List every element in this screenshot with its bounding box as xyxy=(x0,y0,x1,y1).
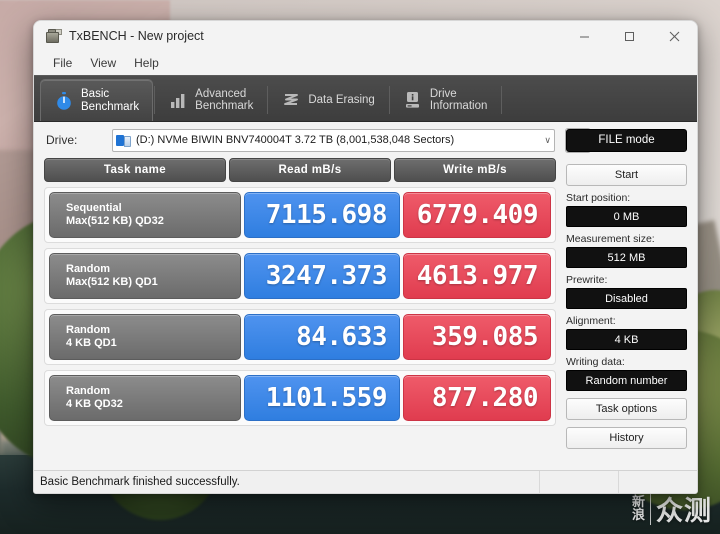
task-name-cell[interactable]: Random 4 KB QD32 xyxy=(49,375,241,421)
start-button[interactable]: Start xyxy=(566,164,687,186)
alignment-value[interactable]: 4 KB xyxy=(566,329,687,350)
tab-label-line1: Basic xyxy=(81,88,110,100)
tab-advanced-benchmark-label: Advanced Benchmark xyxy=(195,88,253,113)
task-name-cell[interactable]: Random Max(512 KB) QD1 xyxy=(49,253,241,299)
watermark-sina: 新 浪 xyxy=(632,496,645,522)
history-button[interactable]: History xyxy=(566,427,687,449)
writing-data-value[interactable]: Random number xyxy=(566,370,687,391)
write-value-cell: 6779.409 xyxy=(403,192,551,238)
task-name-line1: Random xyxy=(66,384,110,397)
tab-advanced-benchmark[interactable]: Advanced Benchmark xyxy=(155,79,266,121)
tab-label-line1: Data Erasing xyxy=(308,93,375,106)
tab-strip: Basic Benchmark Advanced Benchmark Data … xyxy=(34,75,697,122)
minimize-button[interactable] xyxy=(562,21,607,51)
title-bar: TxBENCH - New project xyxy=(34,21,697,51)
watermark-zhongce: 众测 xyxy=(656,496,712,527)
start-position-value[interactable]: 0 MB xyxy=(566,206,687,227)
menu-item-file[interactable]: File xyxy=(44,53,81,73)
watermark-divider xyxy=(650,492,651,525)
start-position-label: Start position: xyxy=(566,192,631,204)
tab-label-line1: Drive xyxy=(429,87,457,100)
maximize-button[interactable] xyxy=(607,21,652,51)
task-name-line1: Random xyxy=(66,262,110,275)
write-value-cell: 359.085 xyxy=(403,314,551,360)
window-title: TxBENCH - New project xyxy=(69,29,204,43)
chevron-down-icon: ∨ xyxy=(544,134,551,145)
status-pane-2 xyxy=(539,471,618,493)
tab-data-erasing[interactable]: Data Erasing xyxy=(268,79,387,121)
column-header-write: Write mB/s xyxy=(394,158,556,182)
file-mode-wrap: FILE mode xyxy=(566,122,687,158)
write-value-cell: 4613.977 xyxy=(403,253,551,299)
tab-basic-benchmark[interactable]: Basic Benchmark xyxy=(40,79,154,121)
read-value-cell: 1101.559 xyxy=(244,375,400,421)
tab-data-erasing-label: Data Erasing xyxy=(308,94,374,107)
main-content: Task name Read mB/s Write mB/s Sequentia… xyxy=(34,128,697,466)
tab-basic-benchmark-label: Basic Benchmark xyxy=(81,88,139,113)
menu-item-view[interactable]: View xyxy=(81,53,125,73)
task-name-line2: Max(512 KB) QD32 xyxy=(66,215,164,227)
column-header-read: Read mB/s xyxy=(229,158,391,182)
alignment-label: Alignment: xyxy=(566,315,616,327)
read-value-cell: 84.633 xyxy=(244,314,400,360)
menu-bar: File View Help xyxy=(34,51,697,75)
status-message: Basic Benchmark finished successfully. xyxy=(40,476,240,488)
column-header-task-name: Task name xyxy=(44,158,226,182)
status-bar: Basic Benchmark finished successfully. xyxy=(34,470,697,493)
task-name-cell[interactable]: Sequential Max(512 KB) QD32 xyxy=(49,192,241,238)
app-icon xyxy=(45,28,62,44)
close-button[interactable] xyxy=(652,21,697,51)
drive-select-value: (D:) NVMe BIWIN BNV740004T 3.72 TB (8,00… xyxy=(136,134,455,146)
drive-label: Drive: xyxy=(46,133,78,147)
watermark-sina-char2: 浪 xyxy=(631,507,645,523)
status-pane-3 xyxy=(618,471,697,493)
task-name-line2: Max(512 KB) QD1 xyxy=(66,276,158,288)
task-name-cell[interactable]: Random 4 KB QD1 xyxy=(49,314,241,360)
table-row: Random 4 KB QD32 1101.559 877.280 xyxy=(44,370,556,426)
side-panel: FILE mode Start Start position: 0 MB Mea… xyxy=(566,128,687,466)
task-name-line2: 4 KB QD1 xyxy=(66,337,117,349)
read-value-cell: 3247.373 xyxy=(244,253,400,299)
prewrite-value[interactable]: Disabled xyxy=(566,288,687,309)
tab-label-line2: Information xyxy=(429,100,488,112)
tab-drive-information[interactable]: Drive Information xyxy=(390,79,501,121)
drive-icon xyxy=(116,134,131,147)
prewrite-label: Prewrite: xyxy=(566,274,608,286)
table-row: Random Max(512 KB) QD1 3247.373 4613.977 xyxy=(44,248,556,304)
read-value-cell: 7115.698 xyxy=(244,192,400,238)
watermark-sina-char1: 新 xyxy=(631,494,645,510)
file-mode-button[interactable]: FILE mode xyxy=(566,128,687,152)
task-name-line1: Sequential xyxy=(66,201,122,214)
tab-label-line2: Benchmark xyxy=(195,100,254,112)
txbench-window: TxBENCH - New project File View Help Bas… xyxy=(33,20,698,494)
write-value-cell: 877.280 xyxy=(403,375,551,421)
task-name-line2: 4 KB QD32 xyxy=(66,398,123,410)
menu-item-help[interactable]: Help xyxy=(125,53,168,73)
drive-info-icon xyxy=(403,90,423,110)
eraser-icon xyxy=(281,90,301,110)
tab-label-line2: Benchmark xyxy=(81,100,140,113)
table-row: Random 4 KB QD1 84.633 359.085 xyxy=(44,309,556,365)
bar-chart-icon xyxy=(168,90,188,110)
tab-divider xyxy=(501,86,503,114)
tab-drive-information-label: Drive Information xyxy=(430,88,488,113)
tab-label-line1: Advanced xyxy=(195,87,247,100)
task-options-button[interactable]: Task options xyxy=(566,398,687,420)
measurement-size-label: Measurement size: xyxy=(566,233,655,245)
table-row: Sequential Max(512 KB) QD32 7115.698 677… xyxy=(44,187,556,243)
writing-data-label: Writing data: xyxy=(566,356,625,368)
measurement-size-value[interactable]: 512 MB xyxy=(566,247,687,268)
task-name-line1: Random xyxy=(66,323,110,336)
stopwatch-icon xyxy=(54,91,74,111)
results-table: Task name Read mB/s Write mB/s Sequentia… xyxy=(44,158,556,466)
results-header-row: Task name Read mB/s Write mB/s xyxy=(44,158,556,182)
drive-select[interactable]: (D:) NVMe BIWIN BNV740004T 3.72 TB (8,00… xyxy=(112,128,555,152)
watermark: 新 浪 众测 xyxy=(632,489,712,528)
